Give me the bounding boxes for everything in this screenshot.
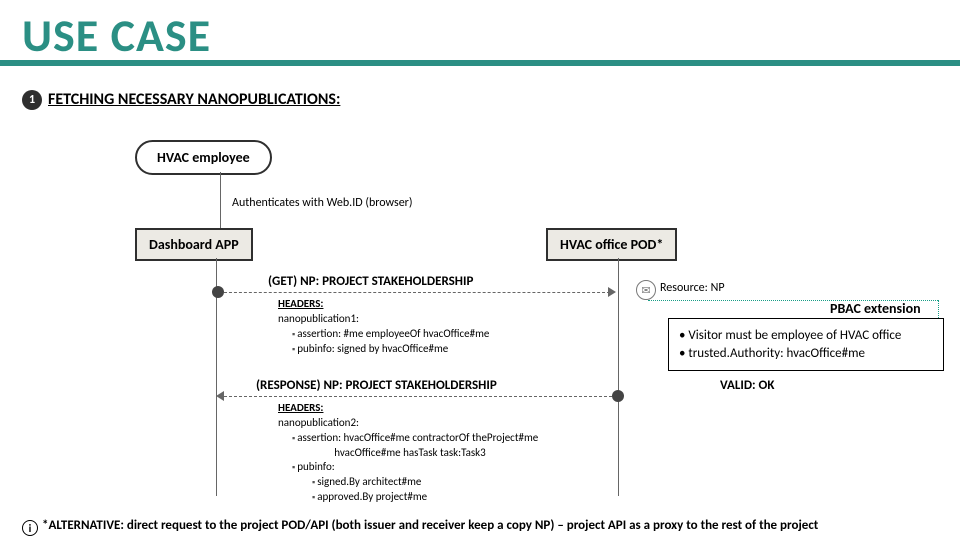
msg2-line — [224, 396, 612, 397]
page-title: USE CASE — [22, 8, 211, 64]
msg1-headers: HEADERS: nanopublication1: assertion: #m… — [278, 297, 598, 356]
pbac-box: Visitor must be employee of HVAC office … — [668, 318, 944, 371]
msg1-line — [224, 292, 610, 293]
msg2-np-label: nanopublication2: — [278, 416, 638, 431]
msg2-arrow-head — [216, 391, 224, 401]
step-number-circle: 1 — [22, 90, 42, 110]
msg1-origin-dot — [212, 286, 224, 298]
msg1-bullet-2: pubinfo: signed by hvacOffice#me — [292, 342, 598, 357]
pbac-connector-v — [938, 300, 939, 318]
msg1-title: (GET) NP: PROJECT STAKEHOLDERSHIP — [268, 274, 473, 289]
info-icon: i — [22, 520, 38, 536]
pbac-label: PBAC extension — [830, 300, 921, 317]
msg2-bullet-1: assertion: hvacOffice#me contractorOf th… — [292, 431, 638, 461]
title-bar — [0, 60, 960, 66]
valid-label: VALID: OK — [720, 378, 774, 393]
footer-note: i*ALTERNATIVE: direct request to the pro… — [22, 518, 818, 537]
msg1-bullet-1: assertion: #me employeeOf hvacOffice#me — [292, 327, 598, 342]
auth-text: Authenticates with Web.ID (browser) — [232, 196, 413, 210]
pbac-bullet-1: Visitor must be employee of HVAC office — [679, 327, 933, 345]
msg1-arrow-head — [608, 287, 616, 297]
msg2-headers: HEADERS: nanopublication2: assertion: hv… — [278, 401, 638, 505]
msg2-bullet-2b: approved.By project#me — [312, 490, 638, 505]
envelope-icon: ✉ — [636, 280, 656, 300]
msg1-headers-label: HEADERS: — [278, 297, 598, 312]
msg2-bullet-2: pubinfo: — [292, 460, 638, 475]
actor-pill: HVAC employee — [135, 140, 272, 175]
msg2-headers-label: HEADERS: — [278, 401, 638, 416]
pbac-bullet-2: trusted.Authority: hvacOffice#me — [679, 345, 933, 363]
msg2-bullet-2a: signed.By architect#me — [312, 475, 638, 490]
msg2-title: (RESPONSE) NP: PROJECT STAKEHOLDERSHIP — [256, 378, 497, 393]
connector — [220, 172, 221, 228]
dashboard-box: Dashboard APP — [135, 228, 253, 261]
resource-label: Resource: NP — [660, 281, 725, 295]
pod-box: HVAC office POD* — [546, 228, 677, 261]
step-label: FETCHING NECESSARY NANOPUBLICATIONS: — [48, 90, 340, 109]
msg1-np-label: nanopublication1: — [278, 312, 598, 327]
